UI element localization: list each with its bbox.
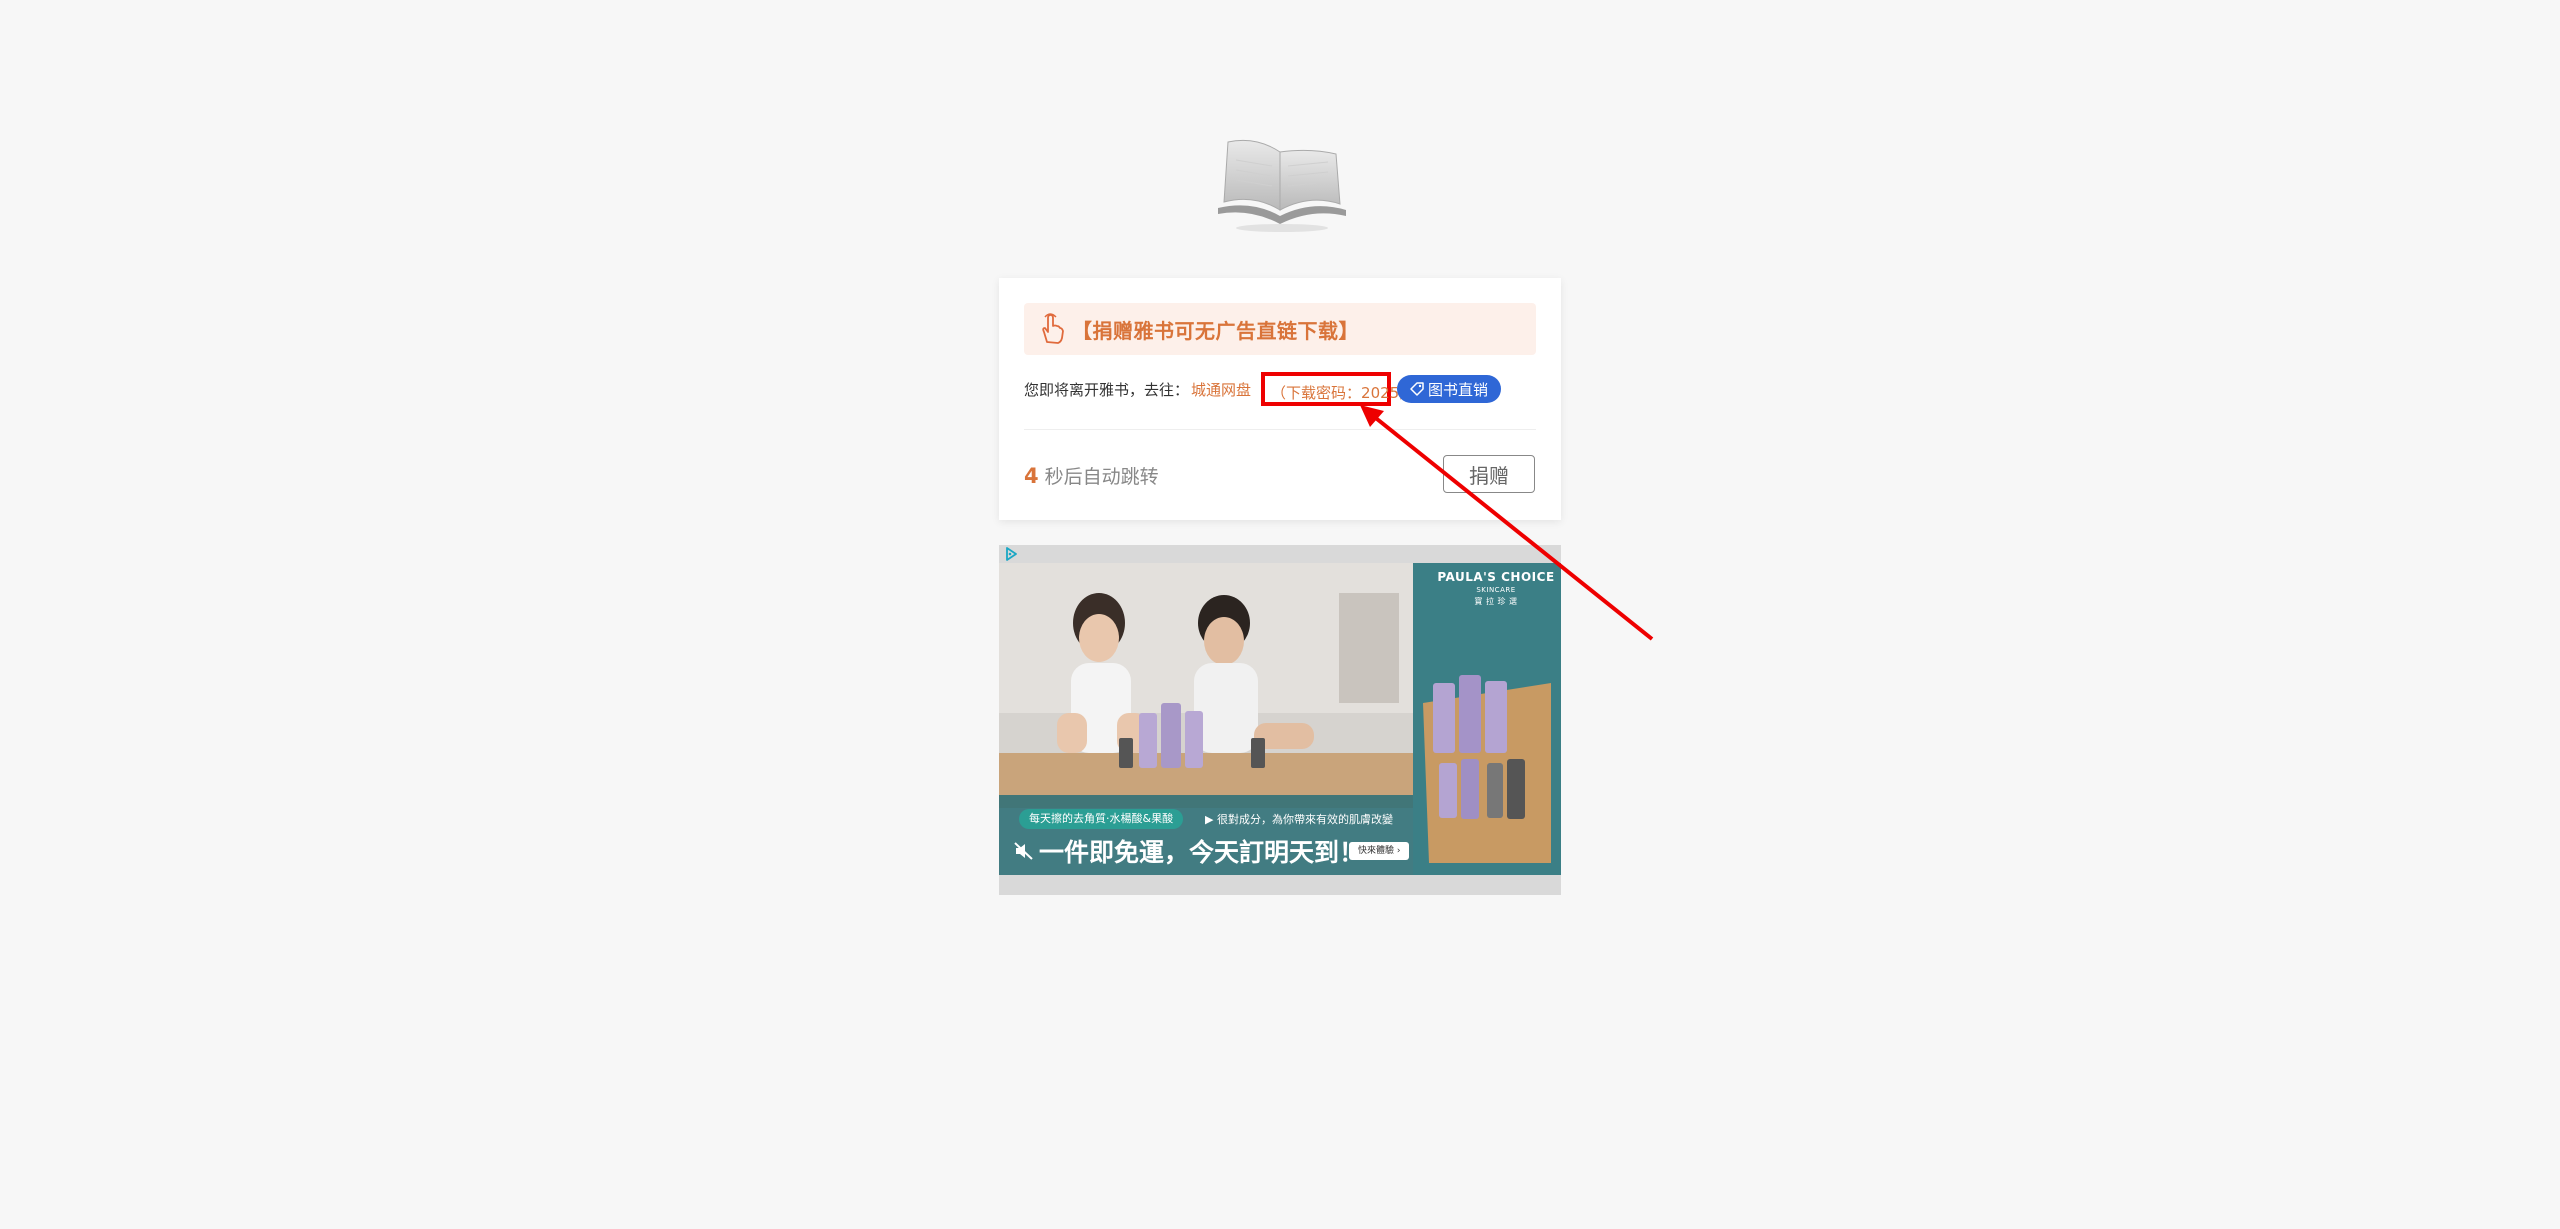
- redirect-info: 您即将离开雅书，去往： 城通网盘 （下载密码：2025） 图书直销: [1024, 372, 1502, 406]
- destination-link[interactable]: 城通网盘: [1191, 379, 1251, 400]
- ad-cta-button[interactable]: 快來體驗 ›: [1349, 842, 1410, 860]
- countdown-seconds: 4: [1024, 464, 1039, 488]
- book-store-label: 图书直销: [1428, 380, 1489, 399]
- redirect-countdown: 4 秒后自动跳转: [1024, 462, 1159, 489]
- annotation-arrow-icon: [1360, 405, 1654, 641]
- pointing-hand-icon: [1042, 313, 1064, 344]
- book-logo-icon: [1218, 139, 1346, 232]
- redirect-prefix: 您即将离开雅书，去往：: [1024, 380, 1190, 399]
- ad-choices-icon[interactable]: [1002, 545, 1020, 563]
- ad-headline: 一件即免運，今天訂明天到！: [1013, 833, 1364, 869]
- promo-text: 【捐赠雅书可无广告直链下载】: [1072, 318, 1359, 343]
- mute-icon[interactable]: [1013, 840, 1035, 862]
- countdown-text: 秒后自动跳转: [1044, 466, 1159, 488]
- tag-icon: [1410, 382, 1424, 396]
- donate-promo-banner[interactable]: 【捐赠雅书可无广告直链下载】: [1024, 303, 1536, 355]
- page: 【捐赠雅书可无广告直链下载】 您即将离开雅书，去往： 城通网盘 （下载密码：20…: [0, 0, 2560, 1229]
- ad-subtext: ▶ 很對成分，為你帶來有效的肌膚改變: [1205, 813, 1393, 826]
- book-store-button[interactable]: 图书直销: [1397, 375, 1502, 403]
- ad-headline-text: 一件即免運，今天訂明天到！: [1039, 838, 1365, 867]
- ad-pill: 每天擦的去角質·水楊酸&果酸: [1019, 809, 1184, 829]
- download-password: （下载密码：2025）: [1261, 372, 1414, 406]
